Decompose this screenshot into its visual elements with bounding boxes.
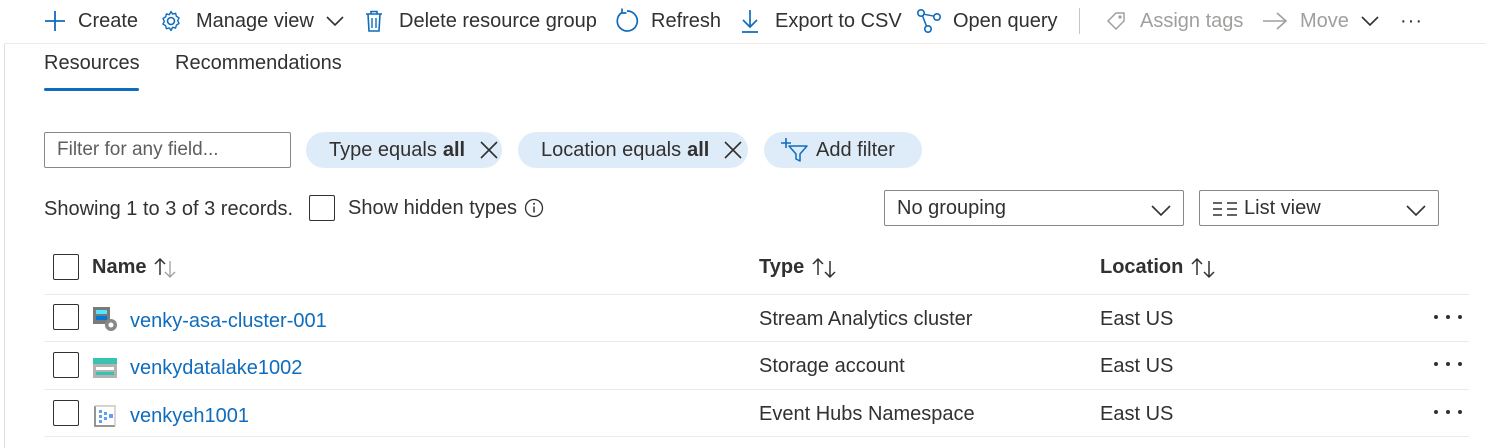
plus-icon <box>44 8 66 34</box>
location-filter-pill[interactable]: Location equals all <box>518 132 748 168</box>
sort-ascending-icon <box>154 257 176 279</box>
resource-location: East US <box>1100 403 1174 425</box>
export-csv-button[interactable]: Export to CSV <box>740 0 902 42</box>
row-divider <box>44 341 1469 342</box>
chevron-down-icon <box>1361 15 1379 27</box>
query-icon <box>916 8 942 34</box>
filter-input[interactable] <box>44 132 291 168</box>
move-label: Move <box>1300 9 1349 32</box>
record-count-text: Showing 1 to 3 of 3 records. <box>44 198 294 220</box>
refresh-icon <box>614 8 640 34</box>
resource-name-link[interactable]: venkydatalake1002 <box>130 357 302 380</box>
location-filter-value: all <box>687 138 710 161</box>
row-checkbox[interactable] <box>53 304 79 330</box>
active-tab-indicator <box>44 88 139 91</box>
row-checkbox[interactable] <box>53 400 79 426</box>
close-icon[interactable] <box>723 140 743 160</box>
resource-type: Storage account <box>759 355 905 377</box>
resource-type: Event Hubs Namespace <box>759 403 975 425</box>
type-filter-pill[interactable]: Type equals all <box>306 132 502 168</box>
select-all-checkbox[interactable] <box>53 254 79 280</box>
column-name-label: Name <box>92 256 147 278</box>
column-header-location[interactable]: Location <box>1100 256 1217 279</box>
resource-name-link[interactable]: venky-asa-cluster-001 <box>130 310 327 333</box>
resource-location: East US <box>1100 308 1174 330</box>
assign-tags-button[interactable]: Assign tags <box>1104 0 1243 42</box>
type-filter-label: Type equals <box>329 138 437 161</box>
add-filter-label: Add filter <box>816 138 895 161</box>
grouping-dropdown[interactable]: No grouping <box>884 190 1184 226</box>
view-value-wrap: List view <box>1212 197 1321 220</box>
tag-icon <box>1104 8 1130 34</box>
stream-analytics-icon <box>91 305 119 333</box>
open-query-label: Open query <box>953 9 1058 32</box>
close-icon[interactable] <box>479 140 499 160</box>
gear-icon <box>158 8 184 34</box>
more-commands-label: ··· <box>1400 9 1423 32</box>
event-hubs-icon <box>91 402 119 430</box>
row-divider <box>44 389 1469 390</box>
resource-location: East US <box>1100 355 1174 377</box>
tab-resources[interactable]: Resources <box>44 52 140 75</box>
resource-type: Stream Analytics cluster <box>759 308 973 330</box>
row-checkbox[interactable] <box>53 352 79 378</box>
grouping-value: No grouping <box>897 197 1006 219</box>
column-header-type[interactable]: Type <box>759 256 838 279</box>
chevron-down-icon <box>326 15 344 27</box>
view-dropdown[interactable]: List view <box>1199 190 1439 226</box>
row-more-button[interactable] <box>1434 354 1462 374</box>
tab-recommendations[interactable]: Recommendations <box>175 52 342 75</box>
resource-name-link[interactable]: venkyeh1001 <box>130 405 249 428</box>
column-type-label: Type <box>759 256 805 278</box>
show-hidden-types-label: Show hidden types <box>348 197 518 219</box>
row-divider <box>44 436 1469 437</box>
row-divider <box>44 294 1469 295</box>
create-label: Create <box>78 9 139 32</box>
toolbar-divider <box>4 43 1486 44</box>
manage-view-label: Manage view <box>196 9 314 32</box>
export-csv-label: Export to CSV <box>775 9 902 32</box>
manage-view-button[interactable]: Manage view <box>158 0 344 42</box>
column-location-label: Location <box>1100 256 1184 278</box>
location-filter-label: Location equals <box>541 138 682 161</box>
view-value: List view <box>1244 197 1321 219</box>
sort-icon <box>1191 257 1217 279</box>
open-query-button[interactable]: Open query <box>916 0 1058 42</box>
sort-icon <box>812 257 838 279</box>
toolbar-separator <box>1079 8 1080 34</box>
arrow-right-icon <box>1262 8 1288 34</box>
row-more-button[interactable] <box>1434 307 1462 327</box>
add-filter-icon <box>780 137 808 163</box>
list-view-icon <box>1212 201 1238 217</box>
more-commands-button[interactable]: ··· <box>1400 0 1423 42</box>
row-more-button[interactable] <box>1434 402 1462 422</box>
refresh-button[interactable]: Refresh <box>614 0 721 42</box>
info-icon[interactable] <box>524 198 544 223</box>
chevron-down-icon <box>1151 200 1171 223</box>
show-hidden-types-checkbox[interactable] <box>309 195 335 221</box>
create-button[interactable]: Create <box>44 0 138 42</box>
column-header-name[interactable]: Name <box>92 256 176 279</box>
add-filter-button[interactable]: Add filter <box>764 132 922 168</box>
refresh-label: Refresh <box>651 9 722 32</box>
blade-left-border <box>4 44 5 448</box>
assign-tags-label: Assign tags <box>1140 9 1244 32</box>
move-button[interactable]: Move <box>1262 0 1379 42</box>
delete-resource-group-label: Delete resource group <box>399 9 597 32</box>
chevron-down-icon <box>1406 200 1426 223</box>
download-icon <box>740 8 760 34</box>
storage-account-icon <box>91 354 119 382</box>
type-filter-value: all <box>442 138 466 161</box>
trash-icon <box>364 8 384 34</box>
delete-resource-group-button[interactable]: Delete resource group <box>364 0 597 42</box>
